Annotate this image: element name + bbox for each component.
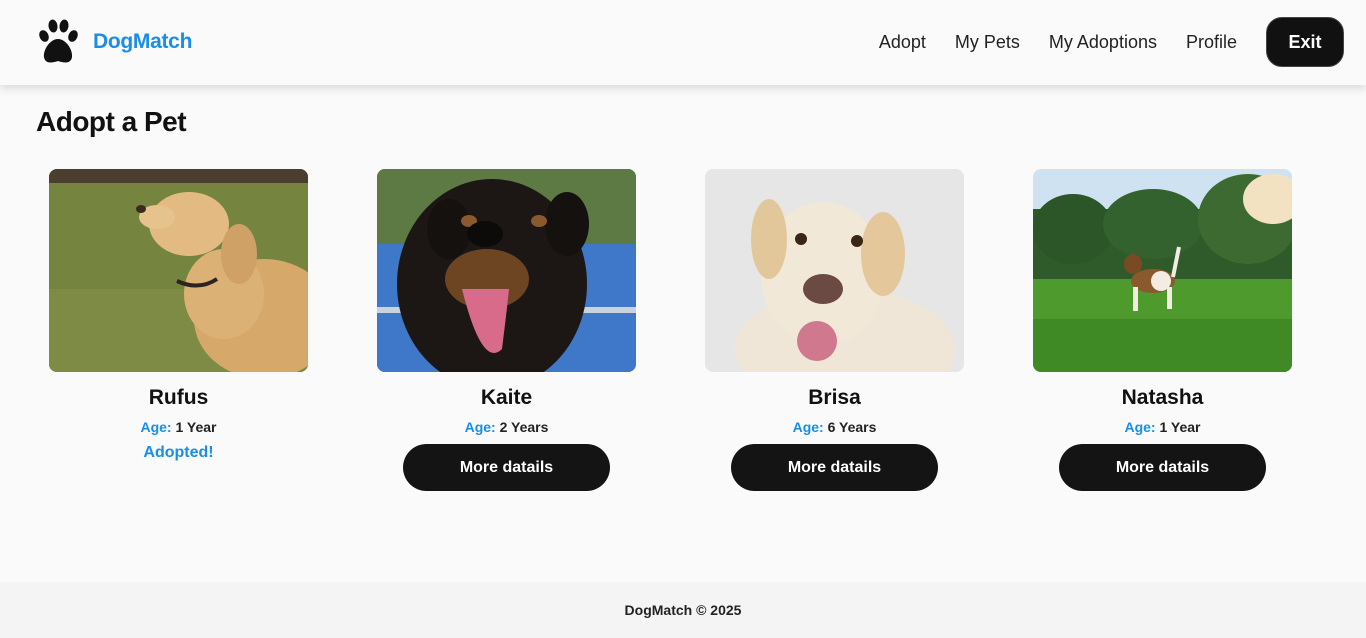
- pet-age: Age: 1 Year: [49, 418, 308, 436]
- more-details-button[interactable]: More datails: [1059, 444, 1266, 491]
- pet-name: Brisa: [808, 386, 861, 409]
- age-label: Age:: [792, 419, 824, 435]
- page-title: Adopt a Pet: [36, 106, 187, 137]
- pet-age: Age: 6 Years: [705, 418, 964, 436]
- pet-card: Natasha Age: 1 Year More datails: [1033, 169, 1292, 491]
- top-navbar: DogMatch Adopt My Pets My Adoptions Prof…: [0, 0, 1366, 85]
- pet-age: Age: 1 Year: [1033, 418, 1292, 436]
- exit-button[interactable]: Exit: [1266, 17, 1344, 67]
- pet-photo: [377, 169, 636, 372]
- pet-name: Kaite: [480, 386, 533, 409]
- pet-name: Rufus: [148, 386, 209, 409]
- age-value: 1 Year: [1159, 419, 1201, 435]
- pet-list: Rufus Age: 1 Year Adopted! Kaite Age: 2 …: [0, 169, 1366, 509]
- nav-adopt[interactable]: Adopt: [879, 17, 926, 67]
- brand-name: DogMatch: [93, 30, 193, 53]
- pet-photo: [705, 169, 964, 372]
- paw-icon: [36, 18, 80, 66]
- age-value: 2 Years: [499, 419, 549, 435]
- more-details-button[interactable]: More datails: [731, 444, 938, 491]
- pet-card: Kaite Age: 2 Years More datails: [377, 169, 636, 491]
- footer-copyright: DogMatch © 2025: [624, 602, 742, 618]
- nav-my-adoptions[interactable]: My Adoptions: [1049, 17, 1157, 67]
- adopted-status: Adopted!: [143, 444, 214, 461]
- brand[interactable]: DogMatch: [36, 18, 192, 66]
- pet-photo: [1033, 169, 1292, 372]
- pet-photo: [49, 169, 308, 372]
- pet-card: Brisa Age: 6 Years More datails: [705, 169, 964, 491]
- age-label: Age:: [1124, 419, 1156, 435]
- nav-my-pets[interactable]: My Pets: [955, 17, 1020, 67]
- footer: DogMatch © 2025: [0, 582, 1366, 638]
- age-value: 6 Years: [827, 419, 877, 435]
- pet-card: Rufus Age: 1 Year Adopted!: [49, 169, 308, 462]
- nav-profile[interactable]: Profile: [1186, 17, 1237, 67]
- age-label: Age:: [464, 419, 496, 435]
- more-details-button[interactable]: More datails: [403, 444, 610, 491]
- age-label: Age:: [140, 419, 172, 435]
- main-nav: Adopt My Pets My Adoptions Profile Exit: [879, 17, 1344, 67]
- pet-age: Age: 2 Years: [377, 418, 636, 436]
- pet-name: Natasha: [1121, 386, 1204, 409]
- age-value: 1 Year: [175, 419, 217, 435]
